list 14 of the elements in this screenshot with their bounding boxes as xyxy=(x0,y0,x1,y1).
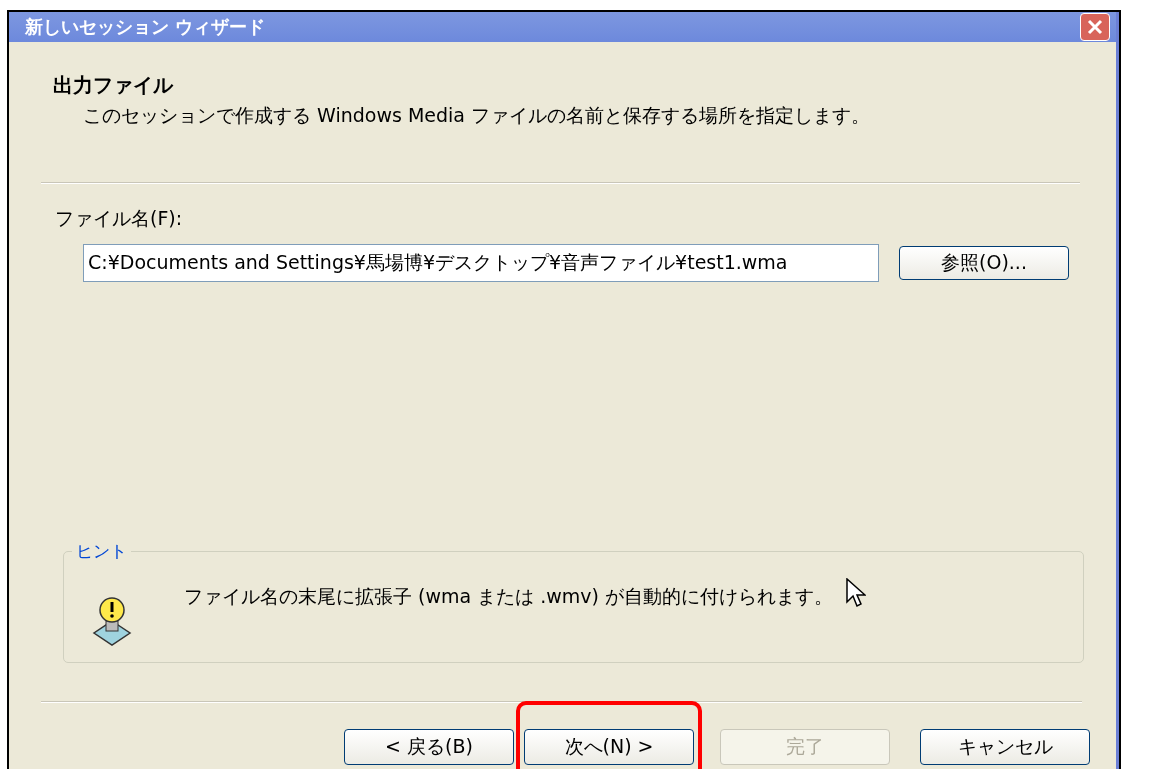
close-icon xyxy=(1085,17,1105,37)
page-description: このセッションで作成する Windows Media ファイルの名前と保存する場所を指定します。 xyxy=(83,103,871,128)
next-button[interactable]: 次へ(N) > xyxy=(524,729,694,765)
close-button[interactable] xyxy=(1080,13,1110,41)
lightbulb-icon xyxy=(92,595,132,647)
field-label: ファイル名(F): xyxy=(55,206,184,231)
mouse-pointer-icon xyxy=(846,578,866,608)
hint-text: ファイル名の末尾に拡張子 (wma または .wmv) が自動的に付けられます。 xyxy=(184,584,833,609)
back-button[interactable]: < 戻る(B) xyxy=(344,729,514,765)
cancel-button[interactable]: キャンセル xyxy=(920,729,1090,765)
page-title: 出力ファイル xyxy=(53,72,175,99)
browse-button[interactable]: 参照(O)... xyxy=(899,246,1069,280)
file-name-field[interactable]: C:¥Documents and Settings¥馬場博¥デスクトップ¥音声ファイル¥test1.wma xyxy=(83,244,879,282)
window-title: 新しいセッション ウィザード xyxy=(25,15,266,39)
